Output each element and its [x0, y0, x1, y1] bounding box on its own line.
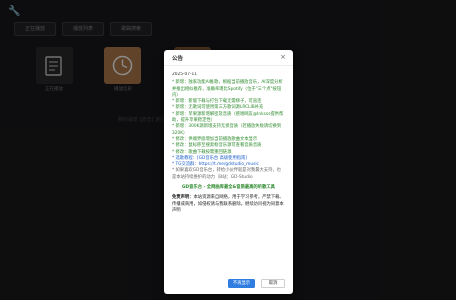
slogan: GD音乐台 - 全网曲库最全&音质最高的听歌工具: [182, 185, 275, 191]
announcement-line: * 新增：300K源新增支持无损音质（若播放失败请切换到320K）: [172, 124, 282, 136]
dont-show-again-button[interactable]: 不再显示: [228, 279, 255, 288]
announcement-line: * 新增：苹果源新增解密及音质（感谢网友@Inksss提供帮助，提升苹果稳定性）: [172, 111, 284, 124]
announcement-date: 2025-07-11: [172, 72, 197, 77]
dialog-title: 公告: [172, 56, 184, 62]
announcement-dialog: 公告 × 2025-07-11 * 新增：独家功能AI推歌，根据当前播放音乐，A…: [164, 50, 293, 294]
dialog-header: 公告 ×: [164, 50, 293, 66]
disclaimer-label: 免责声明：: [172, 195, 194, 201]
dialog-body: 2025-07-11 * 新增：独家功能AI推歌，根据当前播放音乐，AI深度分析…: [172, 72, 285, 268]
close-icon[interactable]: ×: [280, 53, 286, 61]
announcement-line: * 如果喜欢GD音乐台，转给小伙伴就是对我最大支持，也是本站持续维护的动力（B站…: [172, 168, 281, 180]
announcement-line: * 新增：独家功能AI推歌，根据当前播放音乐，AI深度分析并推出相似推荐，准确率…: [172, 80, 283, 98]
cancel-button[interactable]: 取消: [261, 279, 285, 288]
